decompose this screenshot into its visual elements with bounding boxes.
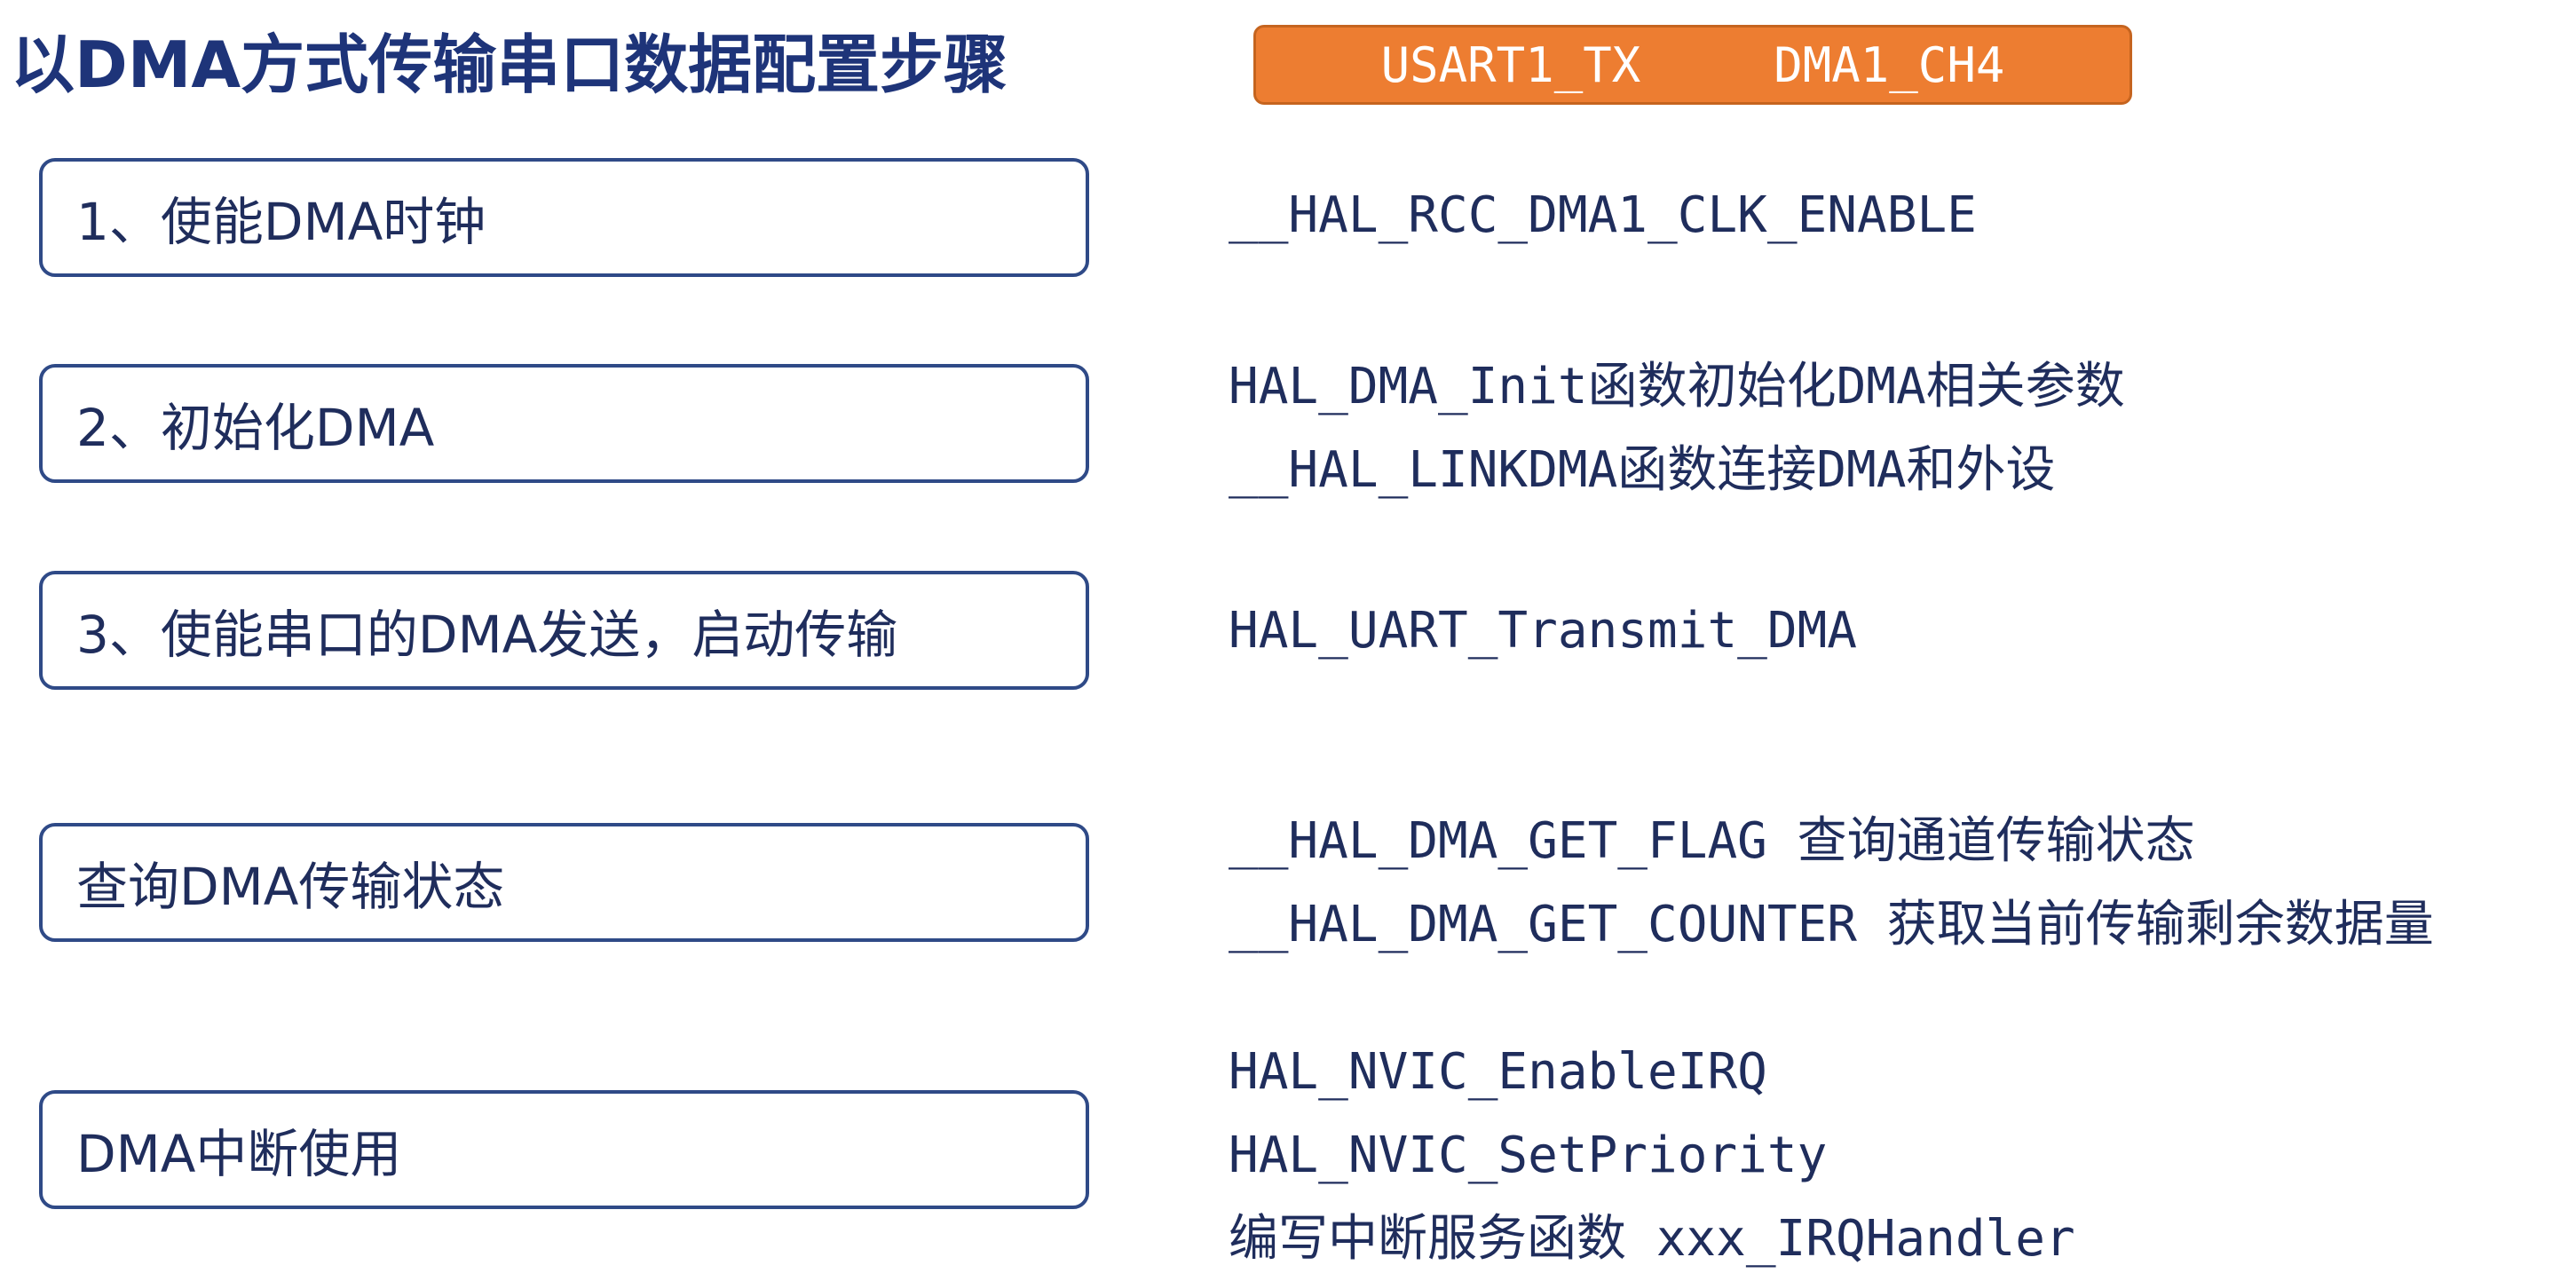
step-box-start-transfer: 3、使能串口的DMA发送，启动传输 (39, 571, 1089, 690)
step-label: 查询DMA传输状态 (76, 857, 505, 917)
detail-line: HAL_NVIC_SetPriority (1229, 1127, 1828, 1184)
detail-line: HAL_DMA_Init函数初始化DMA相关参数 (1229, 358, 2125, 415)
step-label: 1、使能DMA时钟 (76, 192, 486, 252)
detail-line: __HAL_DMA_GET_FLAG 查询通道传输状态 (1229, 812, 2195, 870)
step-box-enable-dma-clock: 1、使能DMA时钟 (39, 158, 1089, 277)
step-box-init-dma: 2、初始化DMA (39, 364, 1089, 483)
step-details-start-transfer: HAL_UART_Transmit_DMA (1229, 589, 1857, 673)
step-label: DMA中断使用 (76, 1124, 402, 1184)
step-label: 2、初始化DMA (76, 398, 435, 458)
step-details-enable-dma-clock: __HAL_RCC_DMA1_CLK_ENABLE (1229, 174, 1977, 257)
page-title: 以DMA方式传输串口数据配置步骤 (11, 28, 1008, 102)
detail-line: __HAL_DMA_GET_COUNTER 获取当前传输剩余数据量 (1229, 896, 2434, 953)
step-box-dma-interrupt: DMA中断使用 (39, 1090, 1089, 1209)
detail-line: HAL_UART_Transmit_DMA (1229, 602, 1858, 660)
usart-tx-label: USART1_TX (1380, 36, 1641, 93)
step-box-query-status: 查询DMA传输状态 (39, 823, 1089, 942)
detail-line: 编写中断服务函数 xxx_IRQHandler (1229, 1210, 2075, 1268)
step-details-query-status: __HAL_DMA_GET_FLAG 查询通道传输状态 __HAL_DMA_GE… (1229, 800, 2434, 967)
detail-line: __HAL_LINKDMA函数连接DMA和外设 (1229, 441, 2056, 499)
step-details-dma-interrupt: HAL_NVIC_EnableIRQ HAL_NVIC_SetPriority … (1229, 1031, 2075, 1281)
detail-line: __HAL_RCC_DMA1_CLK_ENABLE (1229, 186, 1977, 244)
detail-line: HAL_NVIC_EnableIRQ (1229, 1043, 1767, 1101)
step-label: 3、使能串口的DMA发送，启动传输 (76, 605, 898, 665)
step-details-init-dma: HAL_DMA_Init函数初始化DMA相关参数 __HAL_LINKDMA函数… (1229, 345, 2125, 512)
usart-dma-mapping-badge: USART1_TX DMA1_CH4 (1253, 25, 2132, 105)
dma-channel-label: DMA1_CH4 (1774, 36, 2005, 93)
